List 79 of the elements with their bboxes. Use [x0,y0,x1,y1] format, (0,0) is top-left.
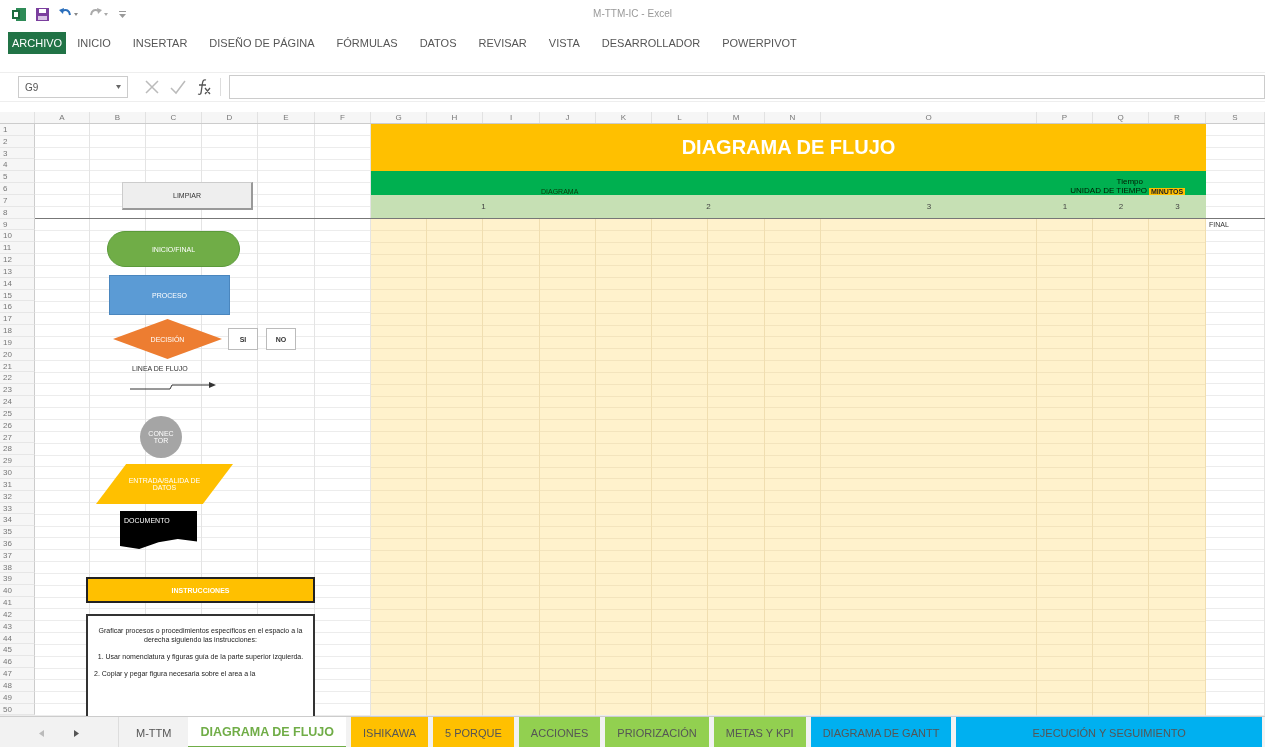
column-header[interactable]: R [1149,112,1206,123]
column-header[interactable]: C [146,112,202,123]
column-header[interactable]: J [540,112,596,123]
sheet-tab[interactable]: EJECUCIÓN Y SEGUIMIENTO [956,717,1262,747]
row-number: 40 [0,585,35,598]
excel-icon[interactable] [12,7,26,21]
ribbon-tab[interactable]: DESARROLLADOR [590,32,712,54]
ribbon-tab[interactable]: INICIO [66,32,122,54]
next-sheet-icon[interactable] [74,729,79,737]
column-header[interactable]: A [35,112,90,123]
row-number: 17 [0,313,35,326]
sheet-tab[interactable]: 5 PORQUE [433,717,514,747]
column-header[interactable]: N [765,112,821,123]
row-number: 10 [0,230,35,243]
column-header[interactable]: F [315,112,371,123]
ribbon-tab[interactable]: INSERTAR [121,32,199,54]
row-number: 23 [0,384,35,397]
row-number: 29 [0,455,35,467]
column-header[interactable]: L [652,112,708,123]
formula-input[interactable] [229,75,1265,99]
sheet-tab[interactable]: ISHIKAWA [351,717,428,747]
header-cell: 3 [1149,194,1206,219]
row-number: 5 [0,171,35,184]
column-header[interactable]: Q [1093,112,1149,123]
column-header[interactable]: M [708,112,765,123]
sheet-tab[interactable]: PRIORIZACIÓN [605,717,709,747]
row-number: 39 [0,573,35,586]
row-number: 4 [0,159,35,172]
customize-icon[interactable] [119,10,126,18]
column-header[interactable]: H [427,112,483,123]
diagram-title: DIAGRAMA DE FLUJO [371,124,1206,172]
column-header[interactable]: K [596,112,652,123]
ribbon-tab[interactable]: DISEÑO DE PÁGINA [198,32,326,54]
header-cell: 2 [1093,194,1149,219]
time-label: Tiempo [1116,176,1143,186]
row-number: 35 [0,526,35,538]
ribbon-tab[interactable]: REVISAR [467,32,538,54]
ribbon-tab[interactable]: FÓRMULAS [325,32,409,54]
header-cell: 3 [821,194,1037,219]
ribbon-tab[interactable]: VISTA [537,32,591,54]
row-number: 28 [0,443,35,456]
window-title: M-TTM-IC - Excel [593,8,672,19]
insert-function-icon[interactable] [196,78,212,96]
header-cell: 2 [596,194,821,219]
row-number: 41 [0,597,35,609]
row-number: 22 [0,372,35,385]
time-unit-label: UNIDAD DE TIEMPO [1070,185,1147,195]
row-number: 24 [0,396,35,408]
header-cell: 1 [371,194,596,219]
row-number: 34 [0,514,35,527]
file-tab[interactable]: ARCHIVO [8,32,67,54]
column-header[interactable]: P [1037,112,1093,123]
sheet-tab[interactable]: DIAGRAMA DE GANTT [810,717,952,747]
column-header[interactable]: I [483,112,540,123]
sheet-tab[interactable]: DIAGRAMA DE FLUJO [188,717,346,747]
row-number: 16 [0,301,35,314]
name-box[interactable]: G9 [18,76,128,98]
column-header[interactable]: E [258,112,315,123]
row-number: 12 [0,254,35,266]
row-number: 30 [0,467,35,479]
row-number: 45 [0,644,35,657]
row-number: 1 [0,124,35,136]
row-number: 11 [0,242,35,255]
sheet-tab[interactable]: METAS Y KPI [713,717,806,747]
save-icon[interactable] [36,7,49,21]
column-header[interactable]: D [202,112,258,123]
column-header[interactable]: G [371,112,427,123]
header-cell: 1 [1037,194,1093,219]
row-number: 18 [0,325,35,337]
column-header[interactable]: B [90,112,146,123]
row-number: 6 [0,183,35,195]
column-header[interactable]: O [821,112,1037,123]
row-number: 46 [0,656,35,669]
sheet-tab[interactable]: ACCIONES [518,717,601,747]
column-header[interactable]: S [1206,112,1265,123]
row-number: 47 [0,668,35,680]
ribbon-tab[interactable]: DATOS [408,32,468,54]
ribbon-tab[interactable]: POWERPIVOT [711,32,808,54]
dropdown-icon[interactable] [116,85,121,89]
